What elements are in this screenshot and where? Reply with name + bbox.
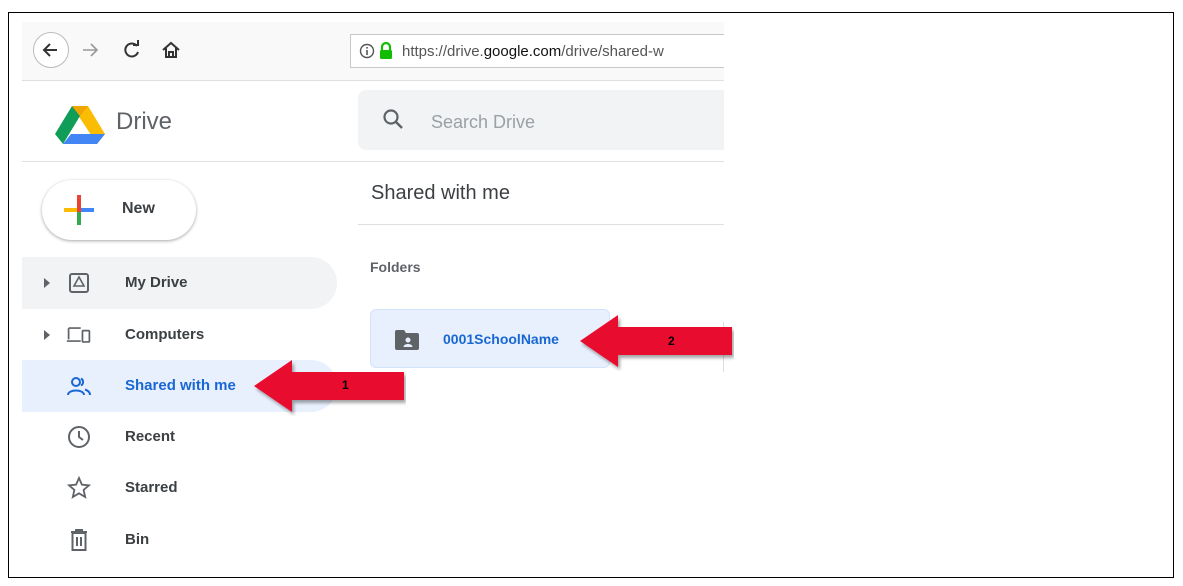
arrow-left-icon bbox=[42, 43, 57, 57]
annotation-number-2: 2 bbox=[668, 334, 675, 348]
sidebar-item-label: Recent bbox=[125, 428, 176, 445]
info-icon bbox=[359, 43, 375, 59]
section-label-folders: Folders bbox=[370, 259, 421, 275]
expand-arrow-icon[interactable] bbox=[44, 330, 50, 340]
sidebar-item-starred[interactable]: Starred bbox=[22, 462, 337, 514]
sidebar-item-label: Bin bbox=[125, 531, 150, 548]
sidebar-item-label: Computers bbox=[125, 326, 205, 343]
browser-toolbar: https://drive.google.com/drive/shared-w bbox=[22, 22, 724, 81]
shared-icon bbox=[66, 373, 92, 399]
annotation-arrow-1 bbox=[254, 360, 404, 412]
search-input[interactable]: Search Drive bbox=[358, 90, 724, 150]
computers-icon bbox=[66, 322, 92, 348]
page-title: Shared with me bbox=[371, 182, 510, 204]
header-divider bbox=[22, 161, 724, 162]
bin-icon bbox=[66, 527, 92, 553]
sidebar-item-label: Starred bbox=[125, 479, 178, 496]
home-button[interactable] bbox=[157, 35, 185, 65]
url-bar[interactable]: https://drive.google.com/drive/shared-w bbox=[350, 34, 724, 68]
folder-name: 0001SchoolName bbox=[443, 331, 559, 347]
back-button[interactable] bbox=[33, 32, 69, 68]
drive-logo-icon bbox=[55, 106, 105, 144]
lock-icon bbox=[380, 42, 392, 59]
sidebar-item-label: Shared with me bbox=[125, 377, 236, 394]
annotation-arrow-2 bbox=[580, 315, 732, 367]
new-button[interactable]: New bbox=[42, 180, 196, 240]
forward-button[interactable] bbox=[76, 35, 104, 65]
home-icon bbox=[162, 41, 180, 58]
reload-button[interactable] bbox=[118, 35, 146, 65]
sidebar-item-bin[interactable]: Bin bbox=[22, 514, 337, 566]
sidebar-item-label: My Drive bbox=[125, 274, 188, 291]
search-placeholder: Search Drive bbox=[431, 112, 536, 132]
shared-folder-icon bbox=[395, 330, 419, 350]
search-icon bbox=[383, 109, 403, 129]
sidebar-item-my-drive[interactable]: My Drive bbox=[22, 257, 337, 309]
star-icon bbox=[66, 475, 92, 501]
app-brand: Drive bbox=[116, 108, 173, 135]
url-text: https://drive.google.com/drive/shared-w bbox=[402, 42, 664, 60]
new-button-label: New bbox=[122, 200, 155, 217]
folder-item[interactable]: 0001SchoolName bbox=[370, 309, 610, 368]
reload-icon bbox=[124, 40, 139, 58]
sidebar-item-computers[interactable]: Computers bbox=[22, 309, 337, 361]
plus-icon bbox=[64, 195, 94, 225]
arrow-right-icon bbox=[83, 43, 99, 57]
clock-icon bbox=[66, 424, 92, 450]
my-drive-icon bbox=[66, 270, 92, 296]
expand-arrow-icon[interactable] bbox=[44, 278, 50, 288]
sidebar-item-recent[interactable]: Recent bbox=[22, 411, 337, 463]
title-divider bbox=[358, 224, 724, 225]
annotation-number-1: 1 bbox=[342, 378, 349, 392]
